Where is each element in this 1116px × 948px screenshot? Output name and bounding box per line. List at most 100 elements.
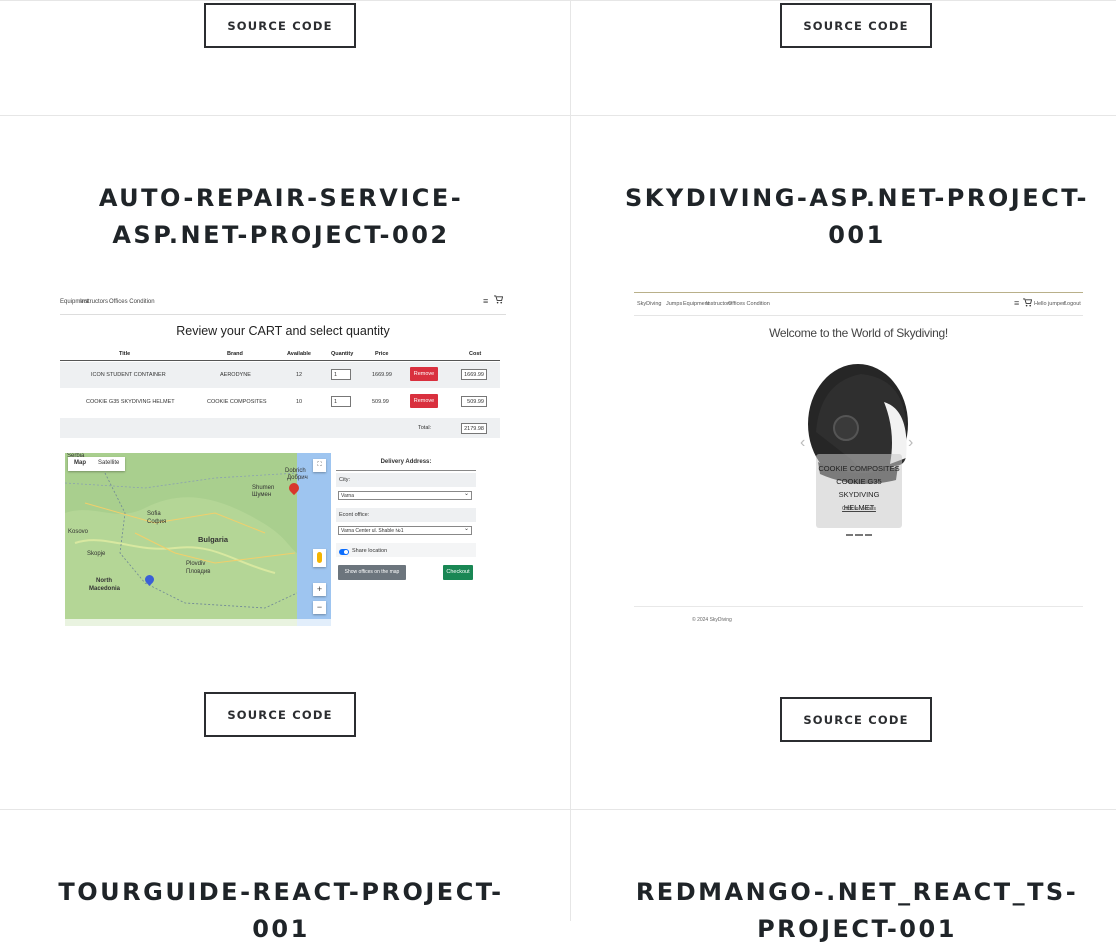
satellite-tab[interactable]: Satellite — [92, 457, 125, 471]
carousel-indicators[interactable] — [846, 534, 872, 536]
share-location-toggle[interactable] — [339, 549, 349, 555]
map-tab[interactable]: Map — [68, 457, 92, 471]
project-title-line: 001 — [828, 221, 886, 249]
table-header: Title Brand Available Quantity Price Cos… — [60, 346, 500, 361]
map-label: София — [147, 519, 167, 525]
item-price: 509.99 — [372, 399, 389, 405]
item-brand: AERODYNE — [220, 372, 251, 378]
map-label: Kosovo — [68, 529, 89, 535]
column-header: Cost — [469, 351, 482, 357]
row-divider-1 — [0, 115, 1116, 116]
cart-heading: Review your CART and select quantity — [176, 324, 390, 338]
total-label: Total: — [418, 425, 432, 431]
project-title: SKYDIVING-ASP.NET-PROJECT- 001 — [597, 180, 1116, 254]
map-label: Skopje — [87, 551, 106, 557]
menu-icon: ≡ — [483, 296, 489, 306]
item-available: 10 — [296, 399, 303, 405]
item-title: COOKIE G35 SKYDIVING HELMET — [86, 399, 175, 405]
project-title-line: ASP.NET-PROJECT-002 — [112, 221, 450, 249]
caption-line: COOKIE COMPOSITES — [818, 464, 900, 473]
project-screenshot-cart: Equipment Instructors Offices Condition … — [60, 290, 506, 630]
map-label: Plovdiv — [186, 561, 206, 567]
cost-field[interactable]: 509.99 — [461, 396, 487, 407]
project-screenshot-skydiving: SkyDiving Jumps Equipment Instructors Of… — [634, 292, 1083, 632]
city-label: City: — [336, 473, 476, 487]
map-label: Добрич — [287, 475, 308, 481]
map-country-label: Bulgaria — [198, 535, 229, 544]
navbar-divider — [634, 315, 1083, 316]
map-label: Шумен — [252, 492, 272, 498]
office-label-text: Econt office: — [339, 512, 370, 518]
column-header: Price — [375, 351, 389, 357]
carousel-prev-icon[interactable]: ‹ — [800, 434, 805, 452]
city-select[interactable]: Varna — [338, 490, 472, 500]
project-title-line: REDMANGO-.NET_REACT_TS- — [635, 878, 1079, 906]
street-view-icon[interactable] — [313, 549, 326, 567]
item-price: 1669.99 — [372, 372, 392, 378]
delivery-title: Delivery Address: — [380, 459, 432, 465]
map-type-tabs[interactable]: Map Satellite — [68, 457, 126, 471]
remove-button[interactable]: Remove — [410, 367, 438, 381]
logout-link: Logout — [1064, 301, 1081, 307]
row-divider-2 — [0, 809, 1116, 810]
item-title: ICON STUDENT CONTAINER — [91, 372, 166, 378]
zoom-out-button[interactable]: − — [313, 601, 326, 614]
nav-link-offices: Offices Condition — [109, 299, 155, 305]
map-label: North — [96, 578, 112, 584]
table-row: COOKIE G35 SKYDIVING HELMET COOKIE COMPO… — [60, 389, 500, 415]
projects-grid: SOURCE CODE SOURCE CODE AUTO-REPAIR-SERV… — [0, 0, 1116, 943]
column-header: Available — [287, 351, 311, 357]
total-field: 2179.98 — [461, 423, 487, 434]
cart-icon — [494, 295, 503, 304]
column-header: Title — [119, 351, 131, 357]
project-title-line: PROJECT-001 — [757, 915, 957, 943]
city-label-text: City: — [339, 477, 350, 483]
quantity-input[interactable]: 1 — [331, 369, 351, 380]
cart-icon — [1023, 298, 1032, 307]
office-label: Econt office: — [336, 508, 476, 522]
footer-text: © 2024 SkyDiving — [692, 617, 732, 623]
footer-divider — [634, 606, 1083, 607]
zoom-in-button[interactable]: + — [313, 583, 326, 596]
remove-button[interactable]: Remove — [410, 394, 438, 408]
menu-icon: ≡ — [1014, 298, 1020, 308]
item-brand: COOKIE COMPOSITES — [207, 399, 267, 405]
delivery-divider — [336, 470, 476, 471]
source-code-button[interactable]: SOURCE CODE — [780, 697, 932, 742]
caption-details-link[interactable]: Click for details — [816, 506, 902, 512]
column-divider — [570, 0, 571, 921]
table-row: ICON STUDENT CONTAINER AERODYNE 12 1 166… — [60, 362, 500, 388]
map-label: Sofia — [147, 511, 161, 517]
source-code-button[interactable]: SOURCE CODE — [204, 3, 356, 48]
item-available: 12 — [296, 372, 303, 378]
quantity-input[interactable]: 1 — [331, 396, 351, 407]
cost-field[interactable]: 1669.99 — [461, 369, 487, 380]
project-title: REDMANGO-.NET_REACT_TS- PROJECT-001 — [597, 874, 1116, 948]
show-offices-button[interactable]: Show offices on the map — [338, 565, 406, 580]
map-label: Dobrich — [285, 468, 306, 474]
project-title: TOURGUIDE-REACT-PROJECT- 001 — [21, 874, 541, 948]
project-title-line: 001 — [252, 915, 310, 943]
nav-link: Jumps — [666, 301, 683, 307]
fullscreen-icon[interactable]: ⛶ — [313, 459, 326, 472]
office-select[interactable]: Varna Center ul. Shable №1 — [338, 525, 472, 535]
brand-link: SkyDiving — [637, 301, 662, 307]
welcome-heading: Welcome to the World of Skydiving! — [769, 326, 948, 340]
navbar-divider — [60, 314, 506, 315]
map-label: Shumen — [252, 485, 275, 491]
share-location-label: Share location — [352, 548, 388, 554]
checkout-button[interactable]: Checkout — [443, 565, 473, 580]
carousel-next-icon[interactable]: › — [908, 434, 913, 452]
caption-line: COOKIE G35 SKYDIVING — [836, 477, 882, 499]
user-greeting: Hello jumper! — [1034, 301, 1067, 307]
project-title: AUTO-REPAIR-SERVICE- ASP.NET-PROJECT-002 — [21, 180, 541, 254]
screenshot-navbar: SkyDiving Jumps Equipment Instructors Of… — [634, 293, 1083, 315]
map-attribution — [65, 619, 331, 626]
map-label: Serbia — [67, 453, 85, 459]
delivery-map[interactable]: Map Satellite Serbia Dobrich Добрич Shum… — [65, 453, 331, 626]
map-label: Macedonia — [89, 586, 121, 592]
source-code-button[interactable]: SOURCE CODE — [204, 692, 356, 737]
screenshot-navbar: Equipment Instructors Offices Condition … — [60, 290, 506, 314]
source-code-button[interactable]: SOURCE CODE — [780, 3, 932, 48]
column-header: Brand — [227, 351, 243, 357]
